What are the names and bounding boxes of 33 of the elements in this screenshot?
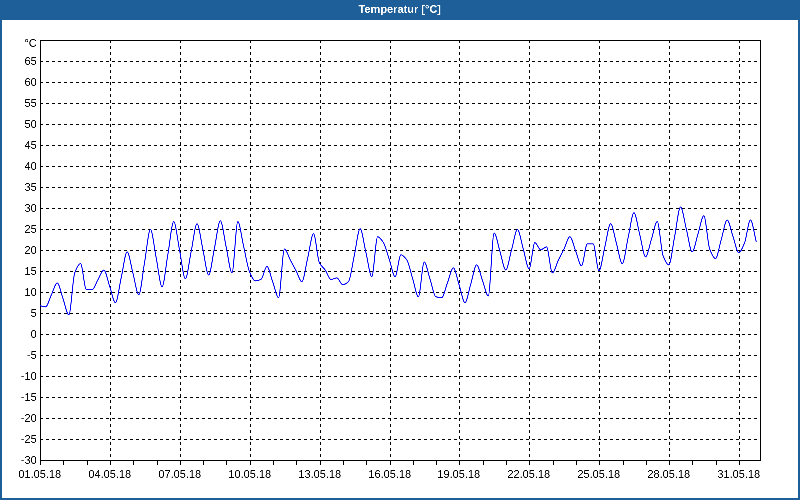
axis-tick-label: 55 (24, 98, 37, 110)
axis-tick-label: 31.05.18 (718, 469, 760, 481)
axis-tick-label: 25 (24, 224, 37, 236)
axis-tick-label: -5 (27, 350, 37, 362)
axis-tick-label: -25 (21, 434, 37, 446)
axis-tick-label: 01.05.18 (18, 469, 62, 481)
axis-tick-label: 13.05.18 (298, 469, 342, 481)
axis-tick-label: -15 (21, 392, 37, 404)
axis-tick-label: 19.05.18 (438, 469, 480, 481)
axis-tick-label: 65 (24, 56, 37, 68)
axis-tick-label: 5 (30, 308, 37, 320)
axis-tick-label: 0 (30, 329, 37, 341)
axis-tick-label: 20 (24, 245, 37, 257)
axis-tick-label: 04.05.18 (88, 469, 132, 481)
axis-tick-label: 50 (24, 119, 37, 131)
axis-tick-label: 07.05.18 (158, 469, 202, 481)
axis-tick-label: -20 (21, 413, 37, 425)
window-title: Temperatur [°C] (358, 4, 442, 16)
axis-tick-label: 25.05.18 (578, 469, 620, 481)
axis-tick-label: 40 (24, 161, 37, 173)
axis-tick-label: 10 (24, 287, 37, 299)
axis-tick-label: 30 (24, 203, 37, 215)
axis-tick-label: 22.05.18 (508, 469, 550, 481)
axis-tick-label: 10.05.18 (228, 469, 272, 481)
axis-tick-label: 15 (24, 266, 37, 278)
axis-unit-label: °C (24, 38, 37, 50)
axis-tick-label: 45 (24, 140, 37, 152)
axis-tick-label: 16.05.18 (368, 469, 412, 481)
axis-tick-label: 28.05.18 (648, 469, 690, 481)
axis-tick-label: -30 (21, 455, 37, 467)
axis-tick-label: 60 (24, 77, 37, 89)
axis-tick-label: -10 (21, 371, 37, 383)
axis-tick-label: 35 (24, 182, 37, 194)
